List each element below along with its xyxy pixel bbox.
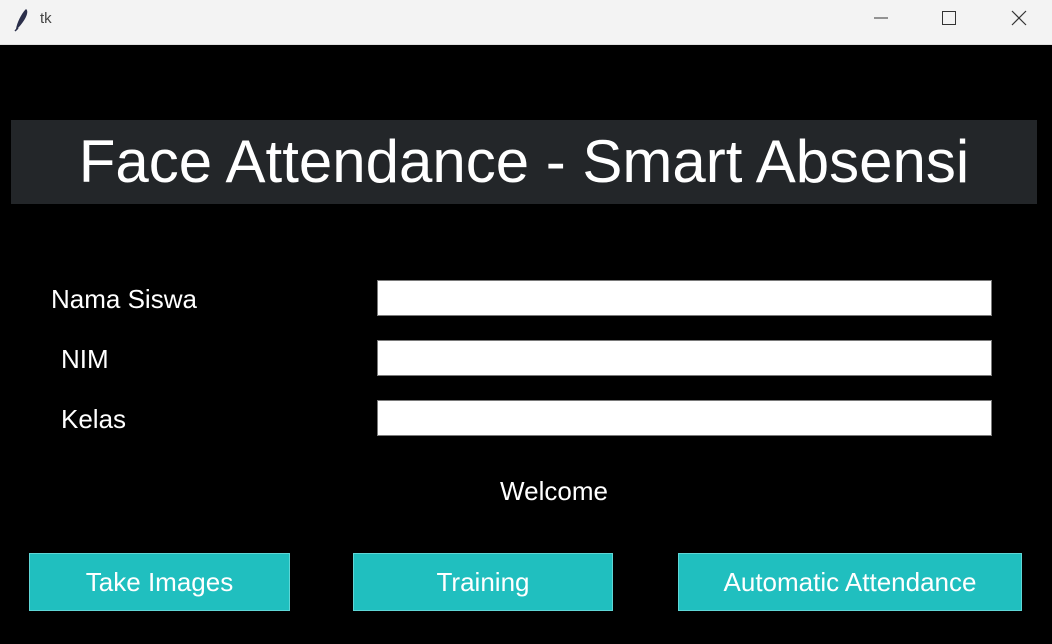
close-icon	[1011, 10, 1027, 26]
close-button[interactable]	[996, 0, 1042, 36]
nama-siswa-label: Nama Siswa	[51, 284, 197, 314]
page-title: Face Attendance - Smart Absensi	[11, 120, 1037, 204]
window-title: tk	[40, 10, 52, 27]
automatic-attendance-button[interactable]: Automatic Attendance	[678, 553, 1022, 611]
status-message: Welcome	[500, 476, 608, 506]
minimize-icon	[874, 17, 888, 19]
nim-label: NIM	[61, 344, 109, 374]
kelas-input[interactable]	[377, 400, 992, 436]
window-titlebar: tk	[0, 0, 1052, 45]
tk-feather-icon	[12, 8, 32, 32]
nim-input[interactable]	[377, 340, 992, 376]
kelas-label: Kelas	[61, 404, 127, 434]
minimize-button[interactable]	[858, 0, 904, 36]
maximize-button[interactable]	[926, 0, 972, 36]
maximize-icon	[942, 11, 956, 25]
take-images-button[interactable]: Take Images	[29, 553, 290, 611]
nama-siswa-input[interactable]	[377, 280, 992, 316]
training-button[interactable]: Training	[353, 553, 613, 611]
